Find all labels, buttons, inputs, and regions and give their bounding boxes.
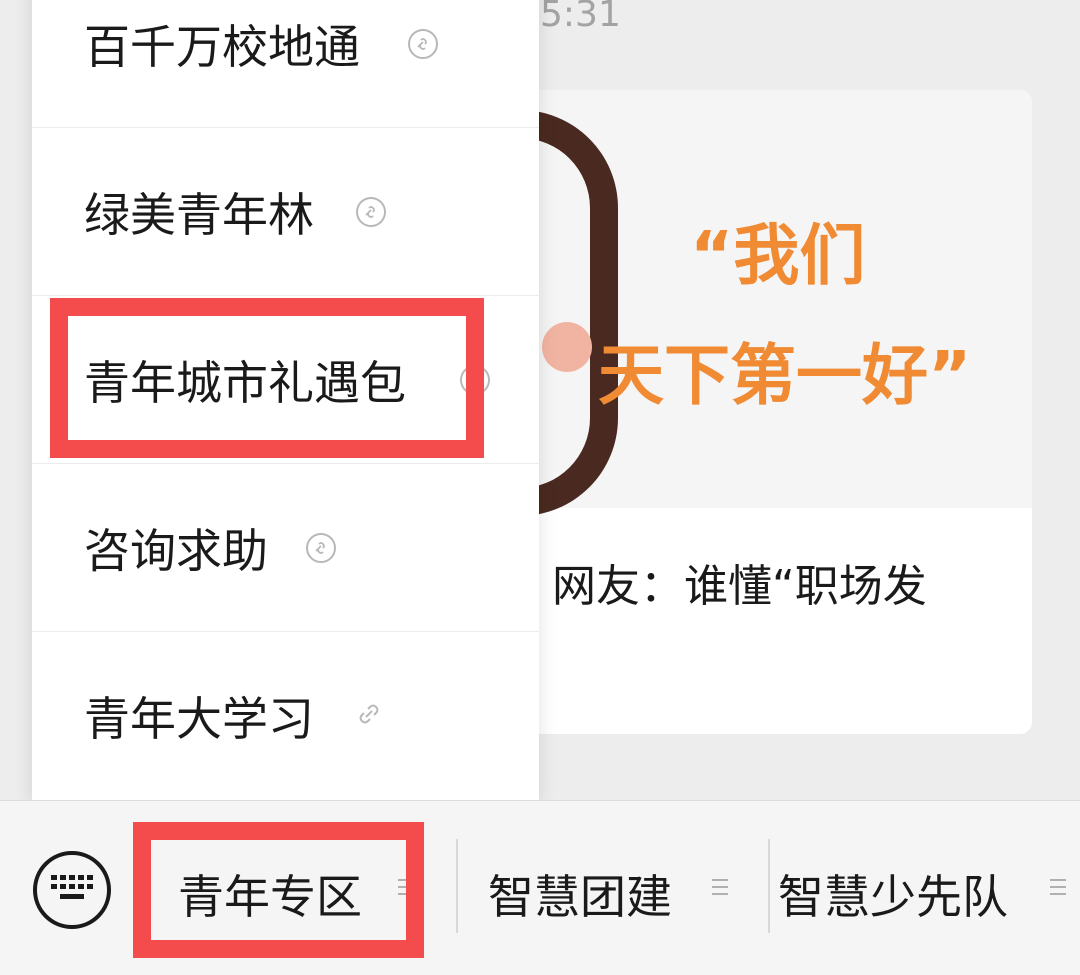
mini-program-icon [306,532,336,563]
mini-program-icon [356,196,386,227]
highlight-box-menu-item [50,298,484,458]
link-icon [356,701,386,731]
menu-item-label: 咨询求助 [84,523,268,578]
keyboard-toggle-button[interactable] [33,851,111,929]
highlight-box-bottom-tab [133,822,424,958]
tab-smart-young-pioneers[interactable]: 智慧少先队 [778,861,1008,927]
submenu-indicator-icon [712,879,728,899]
article-title: 网友：谁懂“职场发 [552,561,927,612]
menu-item-label: 百千万校地通 [84,19,360,74]
menu-item-label: 绿美青年林 [84,187,314,242]
tab-divider [456,839,458,933]
cover-decoration-dot [542,322,592,372]
chat-timestamp: 5:31 [540,0,621,35]
submenu-indicator-icon [1050,879,1066,899]
menu-item-baiqianwan[interactable]: 百千万校地通 [32,0,539,128]
tab-smart-league[interactable]: 智慧团建 [488,861,672,927]
tab-divider [768,839,770,933]
keyboard-icon [51,875,93,899]
menu-item-label: 青年大学习 [84,692,314,746]
cover-slogan-line1: “我们 [690,217,866,294]
menu-item-consult-help[interactable]: 咨询求助 [32,464,539,632]
cover-slogan-line2: 天下第一好” [598,337,972,414]
menu-item-youth-study[interactable]: 青年大学习 [32,632,539,800]
mini-program-icon [408,28,438,59]
menu-item-lvmei[interactable]: 绿美青年林 [32,128,539,296]
